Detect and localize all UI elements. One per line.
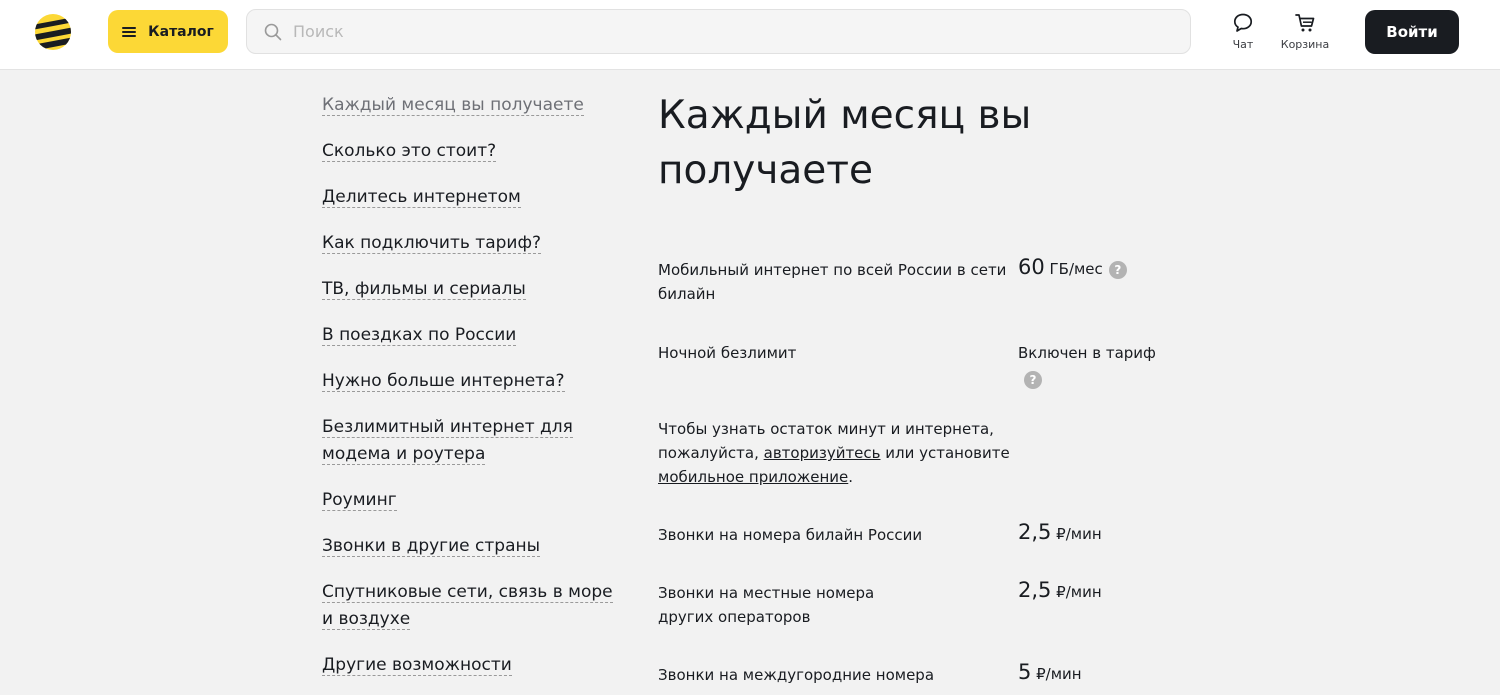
- calls-row: Звонки на номера билайн России 2,5 ₽/мин: [658, 520, 1178, 547]
- nav-item-tv[interactable]: ТВ, фильмы и сериалы: [322, 276, 622, 303]
- nav-item-roaming[interactable]: Роуминг: [322, 487, 622, 514]
- night-name: Ночной безлимит: [658, 344, 797, 362]
- nav-item-label: ТВ, фильмы и сериалы: [322, 279, 526, 300]
- cart-label: Корзина: [1280, 38, 1330, 51]
- catalog-label: Каталог: [148, 23, 214, 40]
- nav-item-label: Каждый месяц вы получаете: [322, 95, 584, 116]
- site-header: Каталог Чат Корзина Войти: [0, 0, 1500, 70]
- night-row: Ночной безлимит Включен в тариф?: [658, 341, 1178, 389]
- nav-item-intl-calls[interactable]: Звонки в другие страны: [322, 533, 622, 560]
- help-icon[interactable]: ?: [1024, 370, 1042, 389]
- chat-button[interactable]: Чат: [1228, 12, 1258, 51]
- chat-icon: [1233, 13, 1253, 32]
- call-unit: ₽/мин: [1051, 583, 1102, 601]
- call-name: Звонки на номера билайн России: [658, 526, 923, 544]
- note-text: .: [848, 468, 854, 486]
- call-price: 2,5: [1018, 578, 1052, 602]
- note-text: или установите: [880, 444, 1010, 462]
- internet-name: Мобильный интернет по всей России в сети…: [658, 261, 1007, 303]
- chat-label: Чат: [1232, 38, 1254, 51]
- internet-value: 60 ГБ/мес?: [1018, 255, 1127, 306]
- nav-item-price[interactable]: Сколько это стоит?: [322, 138, 622, 165]
- call-price: 5: [1018, 660, 1032, 684]
- mobile-app-link[interactable]: мобильное приложение: [658, 468, 848, 486]
- nav-item-label: Сколько это стоит?: [322, 141, 497, 162]
- authorize-link[interactable]: авторизуйтесь: [764, 444, 881, 462]
- nav-item-share-internet[interactable]: Делитесь интернетом: [322, 184, 622, 211]
- nav-item-modem[interactable]: Безлимитный интернет для модема и роутер…: [322, 414, 622, 468]
- nav-item-satellite[interactable]: Спутниковые сети, связь в море и воздухе: [322, 579, 622, 633]
- balance-note: Чтобы узнать остаток минут и интернета, …: [658, 417, 1078, 489]
- call-unit: ₽/мин: [1031, 665, 1082, 683]
- beeline-logo[interactable]: [34, 13, 72, 51]
- call-name: Звонки на междугородние номера других оп…: [658, 666, 935, 695]
- internet-amount: 60: [1018, 255, 1045, 279]
- search-icon: [264, 23, 282, 41]
- nav-item-more-internet[interactable]: Нужно больше интернета?: [322, 368, 622, 395]
- nav-item-label: Делитесь интернетом: [322, 187, 521, 208]
- call-value: 2,5 ₽/мин: [1018, 520, 1102, 547]
- nav-item-other[interactable]: Другие возможности: [322, 652, 622, 679]
- call-name: Звонки на местные номера других оператор…: [658, 584, 875, 626]
- nav-item-label: Нужно больше интернета?: [322, 371, 565, 392]
- menu-icon: [122, 26, 137, 37]
- cart-icon: [1295, 14, 1315, 32]
- nav-item-label: Другие возможности: [322, 655, 512, 676]
- login-button[interactable]: Войти: [1365, 10, 1459, 54]
- nav-item-label: Звонки в другие страны: [322, 536, 541, 557]
- nav-item-label: Роуминг: [322, 490, 397, 511]
- night-value: Включен в тариф?: [1018, 341, 1158, 389]
- night-status: Включен в тариф: [1018, 344, 1156, 362]
- calls-row: Звонки на междугородние номера других оп…: [658, 660, 1178, 695]
- page-title: Каждый месяц вы получаете: [658, 93, 1032, 193]
- nav-item-label: В поездках по России: [322, 325, 517, 346]
- search-input[interactable]: [293, 10, 1173, 53]
- internet-row: Мобильный интернет по всей России в сети…: [658, 255, 1178, 306]
- nav-item-label: Спутниковые сети, связь в море и воздухе: [322, 582, 613, 630]
- call-value: 5 ₽/мин: [1018, 660, 1082, 695]
- catalog-button[interactable]: Каталог: [108, 10, 228, 53]
- search-box[interactable]: [246, 9, 1191, 54]
- tariff-details: Каждый месяц вы получаете Мобильный инте…: [658, 88, 1178, 695]
- nav-item-travel[interactable]: В поездках по России: [322, 322, 622, 349]
- nav-item-label: Безлимитный интернет для модема и роутер…: [322, 417, 573, 465]
- cart-button[interactable]: Корзина: [1277, 12, 1333, 51]
- nav-item-connect[interactable]: Как подключить тариф?: [322, 230, 622, 257]
- help-icon[interactable]: ?: [1108, 260, 1127, 279]
- call-unit: ₽/мин: [1051, 525, 1102, 543]
- internet-unit: ГБ/мес: [1044, 260, 1103, 278]
- section-nav: Каждый месяц вы получаете Сколько это ст…: [322, 92, 622, 695]
- calls-row: Звонки на местные номера других оператор…: [658, 578, 1178, 629]
- call-price: 2,5: [1018, 520, 1052, 544]
- call-value: 2,5 ₽/мин: [1018, 578, 1102, 629]
- nav-item-label: Как подключить тариф?: [322, 233, 542, 254]
- nav-item-monthly[interactable]: Каждый месяц вы получаете: [322, 92, 622, 119]
